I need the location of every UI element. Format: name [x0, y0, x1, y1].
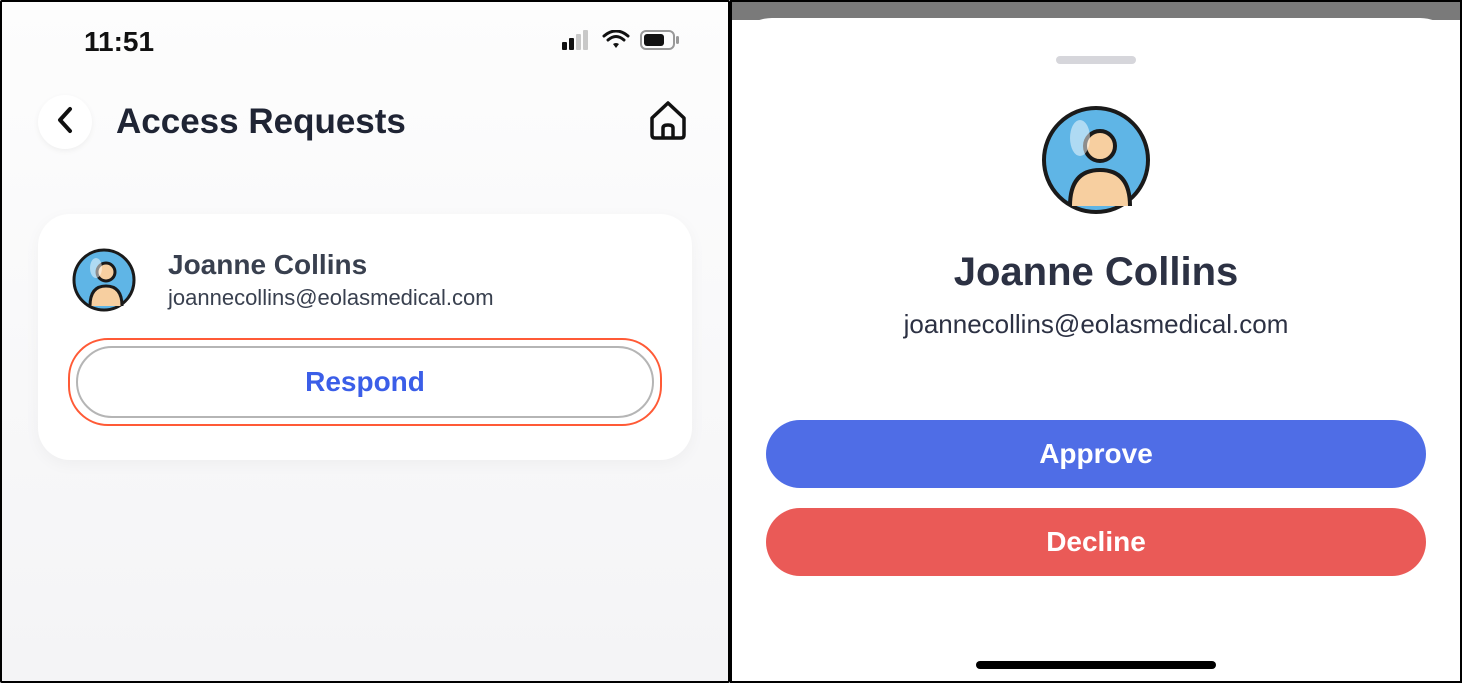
signal-icon: [562, 30, 592, 55]
respond-sheet-screen: Joanne Collins joannecollins@eolasmedica…: [730, 0, 1462, 683]
page-title: Access Requests: [116, 102, 620, 142]
home-button[interactable]: [644, 98, 692, 146]
nav-header: Access Requests: [2, 82, 728, 162]
approve-button[interactable]: Approve: [766, 420, 1426, 488]
home-indicator[interactable]: [976, 661, 1216, 669]
decline-button[interactable]: Decline: [766, 508, 1426, 576]
person-avatar-icon: [1036, 100, 1156, 220]
status-bar: 11:51: [2, 2, 728, 82]
back-button[interactable]: [38, 95, 92, 149]
request-info: Joanne Collins joannecollins@eolasmedica…: [168, 249, 494, 311]
sheet-handle[interactable]: [1056, 56, 1136, 64]
respond-highlight: Respond: [68, 338, 662, 426]
respond-button[interactable]: Respond: [76, 346, 654, 418]
sheet-email: joannecollins@eolasmedical.com: [904, 309, 1289, 340]
request-name: Joanne Collins: [168, 249, 494, 281]
person-avatar-icon: [68, 244, 140, 316]
status-time: 11:51: [84, 26, 154, 58]
request-email: joannecollins@eolasmedical.com: [168, 285, 494, 311]
home-icon: [646, 98, 690, 147]
bottom-sheet: Joanne Collins joannecollins@eolasmedica…: [732, 18, 1460, 681]
access-requests-screen: 11:51: [0, 0, 730, 683]
request-card: Joanne Collins joannecollins@eolasmedica…: [38, 214, 692, 460]
status-indicators: [562, 30, 680, 55]
chevron-left-icon: [56, 106, 74, 139]
battery-icon: [640, 30, 680, 55]
wifi-icon: [602, 30, 630, 55]
request-row: Joanne Collins joannecollins@eolasmedica…: [68, 244, 662, 316]
sheet-name: Joanne Collins: [954, 250, 1239, 295]
